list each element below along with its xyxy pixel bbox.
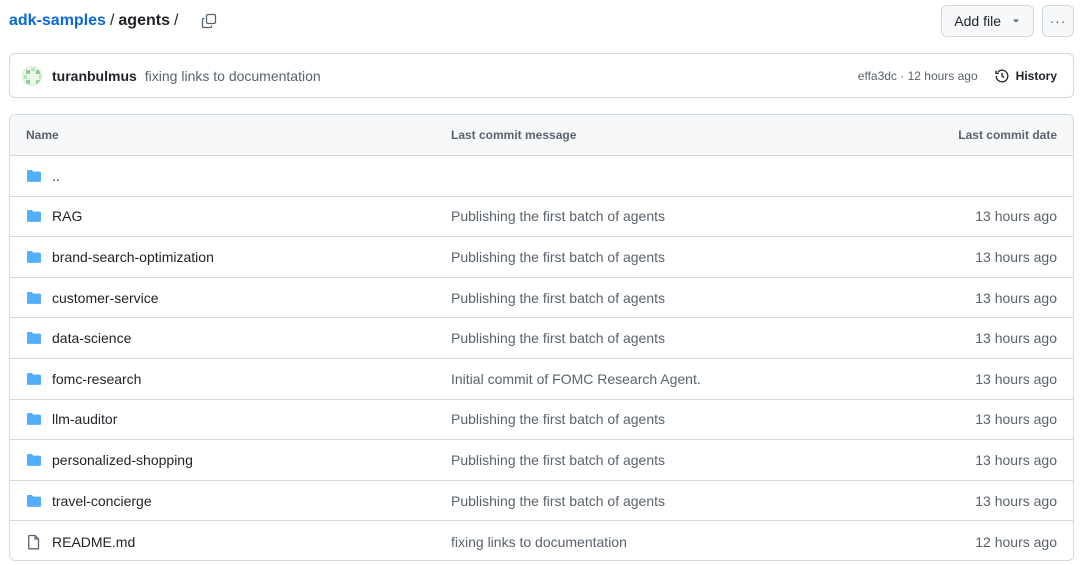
row-commit-message[interactable]: Publishing the first batch of agents: [451, 249, 813, 265]
row-commit-date: 12 hours ago: [975, 533, 1057, 550]
parent-directory-link[interactable]: ..: [52, 168, 60, 184]
more-options-button[interactable]: ···: [1042, 5, 1074, 37]
avatar[interactable]: [22, 65, 42, 86]
latest-commit-bar: turanbulmus fixing links to documentatio…: [9, 53, 1074, 98]
breadcrumb-separator-trailing: /: [173, 12, 179, 29]
row-commit-message[interactable]: fixing links to documentation: [451, 534, 813, 550]
row-commit-date: 13 hours ago: [975, 248, 1057, 265]
row-commit-date: 13 hours ago: [975, 289, 1057, 306]
folder-icon: [26, 168, 42, 184]
row-name-link[interactable]: customer-service: [52, 290, 159, 306]
row-name-link[interactable]: RAG: [52, 208, 82, 224]
header-last-commit-date: Last commit date: [958, 128, 1057, 142]
row-commit-date: 13 hours ago: [975, 451, 1057, 468]
row-commit-date: 13 hours ago: [975, 208, 1057, 225]
row-name-link[interactable]: fomc-research: [52, 371, 141, 387]
history-button[interactable]: History: [994, 68, 1057, 84]
copy-path-icon[interactable]: [200, 12, 218, 30]
folder-icon: [26, 290, 42, 306]
row-commit-date: 13 hours ago: [975, 411, 1057, 428]
file-table: Name Last commit message Last commit dat…: [9, 114, 1074, 561]
file-icon: [26, 534, 42, 550]
row-commit-message[interactable]: Publishing the first batch of agents: [451, 411, 813, 427]
row-commit-message[interactable]: Publishing the first batch of agents: [451, 330, 813, 346]
row-commit-message[interactable]: Initial commit of FOMC Research Agent.: [451, 371, 813, 387]
row-commit-date: 13 hours ago: [975, 330, 1057, 347]
row-name-link[interactable]: data-science: [52, 330, 131, 346]
table-row[interactable]: brand-search-optimization Publishing the…: [10, 237, 1073, 278]
table-row-parent[interactable]: ..: [10, 156, 1073, 197]
folder-icon: [26, 249, 42, 265]
top-bar: adk-samples / agents / Add file ···: [9, 4, 1074, 38]
caret-down-icon: [1013, 19, 1019, 23]
row-commit-message[interactable]: Publishing the first batch of agents: [451, 493, 813, 509]
breadcrumb-current-folder: agents: [118, 12, 170, 29]
history-label: History: [1015, 68, 1057, 83]
folder-icon: [26, 208, 42, 224]
folder-icon: [26, 493, 42, 509]
table-row[interactable]: customer-service Publishing the first ba…: [10, 278, 1073, 319]
header-name: Name: [26, 128, 59, 142]
table-row[interactable]: travel-concierge Publishing the first ba…: [10, 481, 1073, 522]
breadcrumb-repo-link[interactable]: adk-samples: [9, 12, 106, 30]
row-name-link[interactable]: personalized-shopping: [52, 452, 193, 468]
commit-message[interactable]: fixing links to documentation: [145, 68, 321, 84]
history-icon: [995, 69, 1009, 82]
row-commit-date: 13 hours ago: [975, 492, 1057, 509]
folder-icon: [26, 452, 42, 468]
row-name-link[interactable]: llm-auditor: [52, 411, 117, 427]
row-commit-message[interactable]: Publishing the first batch of agents: [451, 208, 813, 224]
folder-icon: [26, 371, 42, 387]
add-file-label: Add file: [954, 13, 1001, 29]
breadcrumb-separator: /: [109, 12, 115, 29]
folder-icon: [26, 330, 42, 346]
breadcrumb: adk-samples / agents /: [9, 12, 182, 30]
kebab-horizontal-icon: ···: [1049, 13, 1067, 29]
row-commit-message[interactable]: Publishing the first batch of agents: [451, 290, 813, 306]
table-row[interactable]: llm-auditor Publishing the first batch o…: [10, 400, 1073, 441]
row-commit-message[interactable]: Publishing the first batch of agents: [451, 452, 813, 468]
table-row[interactable]: personalized-shopping Publishing the fir…: [10, 440, 1073, 481]
row-name-link[interactable]: README.md: [52, 534, 135, 550]
row-commit-date: 13 hours ago: [975, 370, 1057, 387]
row-name-link[interactable]: travel-concierge: [52, 493, 152, 509]
table-row[interactable]: data-science Publishing the first batch …: [10, 318, 1073, 359]
table-header: Name Last commit message Last commit dat…: [10, 115, 1073, 156]
row-name-link[interactable]: brand-search-optimization: [52, 249, 214, 265]
folder-icon: [26, 411, 42, 427]
table-row[interactable]: RAG Publishing the first batch of agents…: [10, 197, 1073, 238]
add-file-button[interactable]: Add file: [941, 5, 1034, 37]
commit-author[interactable]: turanbulmus: [52, 68, 137, 84]
header-last-commit-message: Last commit message: [451, 128, 577, 142]
table-row[interactable]: fomc-research Initial commit of FOMC Res…: [10, 359, 1073, 400]
table-row[interactable]: README.md fixing links to documentation …: [10, 521, 1073, 560]
commit-hash-and-time[interactable]: effa3dc · 12 hours ago: [858, 69, 978, 83]
